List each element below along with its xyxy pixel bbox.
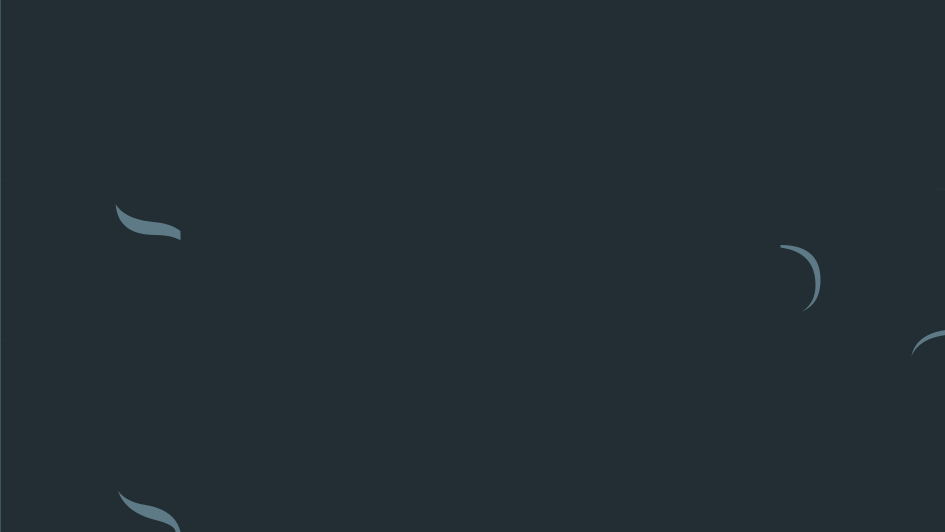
banner-canvas: JavaScript remove object properties code… [0, 0, 945, 532]
watermark-text: codevscolor.com [543, 481, 715, 506]
banner-title: JavaScript remove object properties [346, 106, 599, 387]
